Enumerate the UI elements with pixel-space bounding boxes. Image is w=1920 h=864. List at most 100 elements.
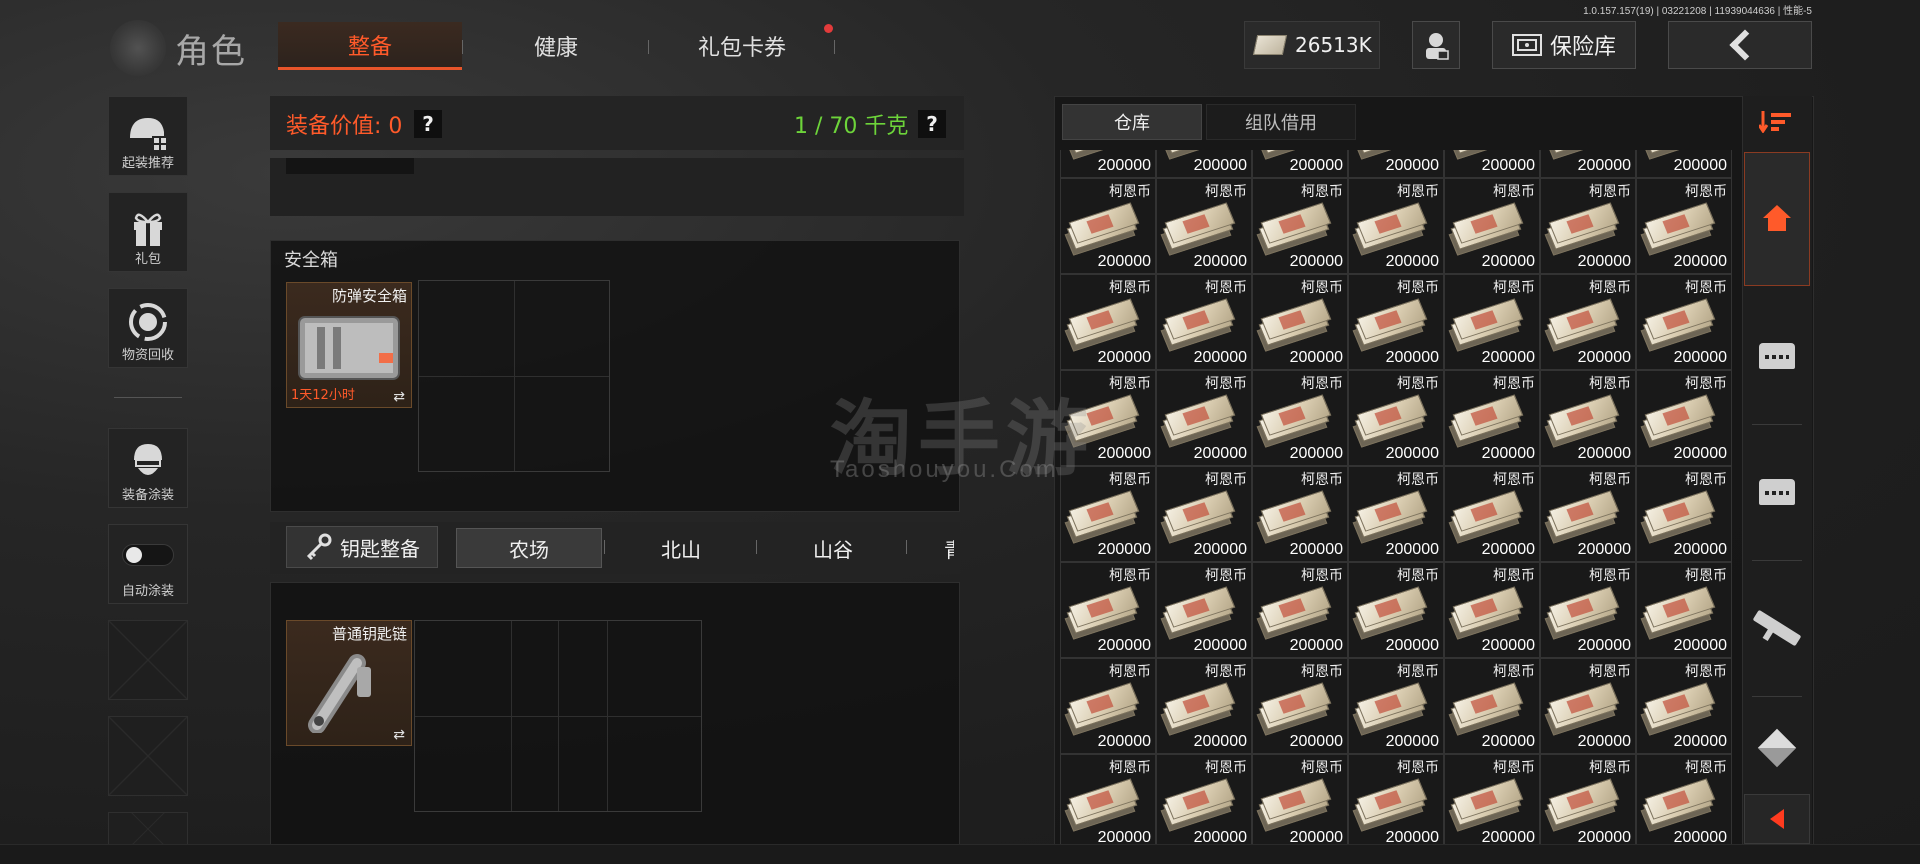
item-value: 200000 bbox=[1289, 157, 1343, 174]
warehouse-item-cell[interactable]: 柯恩币200000 bbox=[1540, 274, 1636, 370]
map-tab-north-mountain[interactable]: 北山 bbox=[608, 528, 754, 568]
warehouse-item-cell[interactable]: 柯恩币200000 bbox=[1060, 150, 1156, 178]
warehouse-item-cell[interactable]: 柯恩币200000 bbox=[1540, 466, 1636, 562]
warehouse-item-cell[interactable]: 柯恩币200000 bbox=[1636, 754, 1732, 846]
warehouse-item-cell[interactable]: 柯恩币200000 bbox=[1252, 562, 1348, 658]
warehouse-item-cell[interactable]: 柯恩币200000 bbox=[1060, 658, 1156, 754]
warehouse-item-cell[interactable]: 柯恩币200000 bbox=[1636, 178, 1732, 274]
sort-button[interactable] bbox=[1752, 104, 1802, 138]
equip-value-help-button[interactable]: ? bbox=[414, 110, 442, 138]
sidebar-item-gift[interactable]: 礼包 bbox=[108, 192, 188, 272]
cash-bundle-icon bbox=[1256, 682, 1332, 736]
warehouse-item-cell[interactable]: 柯恩币200000 bbox=[1636, 562, 1732, 658]
auto-skin-toggle[interactable] bbox=[122, 544, 174, 566]
map-tab-farm[interactable]: 农场 bbox=[456, 528, 602, 568]
warehouse-item-cell[interactable]: 柯恩币200000 bbox=[1348, 658, 1444, 754]
category-weapon-button[interactable] bbox=[1744, 572, 1810, 684]
keychain-item[interactable]: 普通钥匙链 ⇄ bbox=[286, 620, 412, 746]
item-name: 柯恩币 bbox=[1589, 760, 1631, 776]
key-loadout-button[interactable]: 钥匙整备 bbox=[286, 526, 438, 568]
warehouse-item-cell[interactable]: 柯恩币200000 bbox=[1636, 466, 1732, 562]
item-value: 200000 bbox=[1577, 637, 1631, 654]
warehouse-item-cell[interactable]: 柯恩币200000 bbox=[1060, 274, 1156, 370]
warehouse-item-cell[interactable]: 柯恩币200000 bbox=[1444, 178, 1540, 274]
warehouse-item-cell[interactable]: 柯恩币200000 bbox=[1540, 658, 1636, 754]
warehouse-item-cell[interactable]: 柯恩币200000 bbox=[1348, 178, 1444, 274]
cash-bundle-icon bbox=[1064, 490, 1140, 544]
item-value: 200000 bbox=[1577, 157, 1631, 174]
warehouse-item-cell[interactable]: 柯恩币200000 bbox=[1540, 754, 1636, 846]
keychain-storage-grid[interactable] bbox=[414, 620, 702, 812]
category-crate-button[interactable] bbox=[1744, 300, 1810, 412]
warehouse-item-cell[interactable]: 柯恩币200000 bbox=[1348, 150, 1444, 178]
item-value: 200000 bbox=[1097, 253, 1151, 270]
item-value: 200000 bbox=[1097, 445, 1151, 462]
sidebar-item-loadout-recommend[interactable]: 起装推荐 bbox=[108, 96, 188, 176]
warehouse-item-cell[interactable]: 柯恩币200000 bbox=[1252, 466, 1348, 562]
home-icon bbox=[1762, 205, 1792, 233]
sidebar-item-equip-skin[interactable]: 装备涂装 bbox=[108, 428, 188, 508]
tab-equip[interactable]: 整备 bbox=[278, 22, 462, 70]
warehouse-item-cell[interactable]: 柯恩币200000 bbox=[1348, 466, 1444, 562]
warehouse-item-cell[interactable]: 柯恩币200000 bbox=[1156, 658, 1252, 754]
swap-icon[interactable]: ⇄ bbox=[393, 389, 405, 405]
warehouse-item-cell[interactable]: 柯恩币200000 bbox=[1444, 658, 1540, 754]
warehouse-item-cell[interactable]: 柯恩币200000 bbox=[1156, 370, 1252, 466]
warehouse-item-cell[interactable]: 柯恩币200000 bbox=[1540, 562, 1636, 658]
warehouse-item-cell[interactable]: 柯恩币200000 bbox=[1444, 562, 1540, 658]
safe-box-item[interactable]: 防弹安全箱 1天12小时 ⇄ bbox=[286, 282, 412, 408]
warehouse-item-cell[interactable]: 柯恩币200000 bbox=[1156, 754, 1252, 846]
warehouse-item-cell[interactable]: 柯恩币200000 bbox=[1636, 274, 1732, 370]
cash-bundle-icon bbox=[1544, 586, 1620, 640]
warehouse-item-cell[interactable]: 柯恩币200000 bbox=[1444, 370, 1540, 466]
warehouse-item-cell[interactable]: 柯恩币200000 bbox=[1252, 150, 1348, 178]
tab-gift-coupons[interactable]: 礼包卡券 bbox=[650, 22, 834, 70]
watermark-url: Taoshouyou.Com bbox=[830, 456, 1059, 483]
weight-help-button[interactable]: ? bbox=[918, 110, 946, 138]
warehouse-item-cell[interactable]: 柯恩币200000 bbox=[1540, 370, 1636, 466]
warehouse-item-cell[interactable]: 柯恩币200000 bbox=[1444, 150, 1540, 178]
collapse-panel-button[interactable] bbox=[1744, 794, 1810, 844]
warehouse-item-cell[interactable]: 柯恩币200000 bbox=[1156, 466, 1252, 562]
category-crate-button-2[interactable] bbox=[1744, 436, 1810, 548]
warehouse-item-cell[interactable]: 柯恩币200000 bbox=[1252, 274, 1348, 370]
warehouse-item-cell[interactable]: 柯恩币200000 bbox=[1060, 178, 1156, 274]
warehouse-item-cell[interactable]: 柯恩币200000 bbox=[1252, 178, 1348, 274]
warehouse-item-cell[interactable]: 柯恩币200000 bbox=[1156, 178, 1252, 274]
support-agent-button[interactable] bbox=[1412, 21, 1460, 69]
sidebar-item-auto-skin[interactable]: 自动涂装 bbox=[108, 524, 188, 604]
warehouse-item-cell[interactable]: 柯恩币200000 bbox=[1444, 754, 1540, 846]
tab-team-borrow[interactable]: 组队借用 bbox=[1206, 104, 1356, 140]
cash-bundle-icon bbox=[1544, 490, 1620, 544]
warehouse-item-cell[interactable]: 柯恩币200000 bbox=[1348, 562, 1444, 658]
warehouse-item-cell[interactable]: 柯恩币200000 bbox=[1636, 150, 1732, 178]
tab-warehouse[interactable]: 仓库 bbox=[1062, 104, 1202, 140]
warehouse-item-cell[interactable]: 柯恩币200000 bbox=[1540, 150, 1636, 178]
tab-health[interactable]: 健康 bbox=[464, 22, 648, 70]
warehouse-item-cell[interactable]: 柯恩币200000 bbox=[1156, 562, 1252, 658]
safe-box-storage-grid[interactable] bbox=[418, 280, 610, 472]
warehouse-item-cell[interactable]: 柯恩币200000 bbox=[1348, 274, 1444, 370]
category-misc-button[interactable] bbox=[1744, 716, 1810, 780]
swap-icon[interactable]: ⇄ bbox=[393, 727, 405, 743]
vault-button[interactable]: 保险库 bbox=[1492, 21, 1636, 69]
warehouse-item-cell[interactable]: 柯恩币200000 bbox=[1156, 150, 1252, 178]
warehouse-item-cell[interactable]: 柯恩币200000 bbox=[1636, 658, 1732, 754]
map-tab-partial[interactable]: 青 bbox=[910, 528, 954, 568]
warehouse-item-cell[interactable]: 柯恩币200000 bbox=[1156, 274, 1252, 370]
warehouse-item-cell[interactable]: 柯恩币200000 bbox=[1060, 754, 1156, 846]
warehouse-item-cell[interactable]: 柯恩币200000 bbox=[1348, 754, 1444, 846]
warehouse-item-cell[interactable]: 柯恩币200000 bbox=[1060, 562, 1156, 658]
warehouse-item-cell[interactable]: 柯恩币200000 bbox=[1636, 370, 1732, 466]
warehouse-item-cell[interactable]: 柯恩币200000 bbox=[1252, 370, 1348, 466]
sidebar-item-recycle[interactable]: 物资回收 bbox=[108, 288, 188, 368]
warehouse-item-cell[interactable]: 柯恩币200000 bbox=[1252, 754, 1348, 846]
warehouse-item-cell[interactable]: 柯恩币200000 bbox=[1444, 274, 1540, 370]
category-home-button[interactable] bbox=[1744, 152, 1810, 286]
warehouse-item-cell[interactable]: 柯恩币200000 bbox=[1348, 370, 1444, 466]
map-tab-valley[interactable]: 山谷 bbox=[760, 528, 906, 568]
warehouse-item-cell[interactable]: 柯恩币200000 bbox=[1252, 658, 1348, 754]
warehouse-item-cell[interactable]: 柯恩币200000 bbox=[1540, 178, 1636, 274]
warehouse-item-cell[interactable]: 柯恩币200000 bbox=[1444, 466, 1540, 562]
back-button[interactable] bbox=[1668, 21, 1812, 69]
